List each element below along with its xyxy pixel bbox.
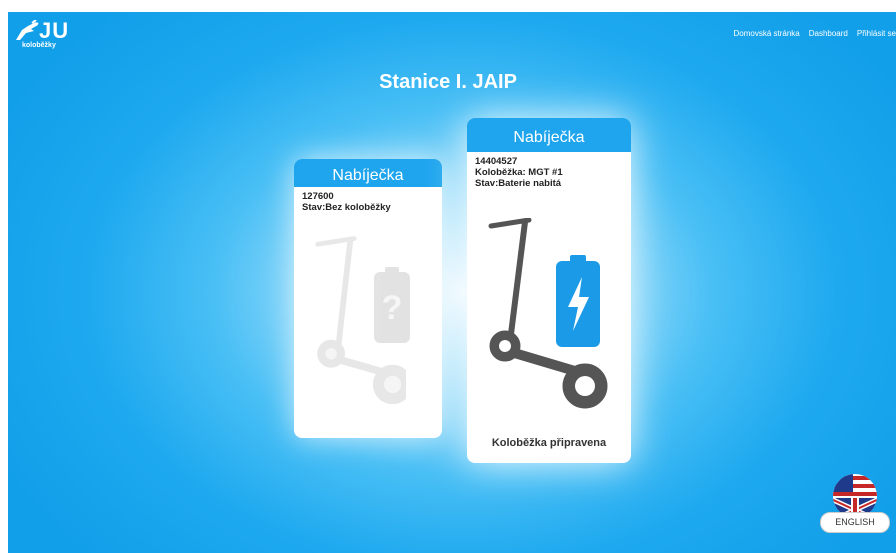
plug-scooter-icon xyxy=(16,20,39,40)
nav-login-link[interactable]: Přihlásit se xyxy=(857,29,896,38)
nav-home-link[interactable]: Domovská stránka xyxy=(733,29,799,38)
scooter-name: Koloběžka: MGT #1 xyxy=(475,167,563,178)
charger-card-header: Nabíječka xyxy=(467,118,631,152)
language-switch[interactable]: ENGLISH xyxy=(820,470,890,533)
svg-text:?: ? xyxy=(382,289,403,327)
charger-id: 14404527 xyxy=(475,156,518,167)
charger-status: Stav:Baterie nabitá xyxy=(475,178,562,189)
charger-ready-label: Koloběžka připravena xyxy=(491,437,607,449)
charger-card-charged[interactable]: Nabíječka 14404527 Koloběžka: MGT #1 Sta… xyxy=(467,118,631,463)
logo[interactable]: JU koloběžky xyxy=(14,18,84,54)
logo-brand: JU xyxy=(39,18,70,43)
charger-status: Stav:Bez koloběžky xyxy=(302,202,391,213)
charger-id: 127600 xyxy=(302,191,334,202)
language-button[interactable]: ENGLISH xyxy=(820,512,890,533)
unknown-battery-icon: ? xyxy=(374,267,410,343)
logo-subtitle: koloběžky xyxy=(22,42,56,49)
nav-dashboard-link[interactable]: Dashboard xyxy=(809,29,848,38)
page-title: Stanice I. JAIP xyxy=(379,71,517,93)
charger-card-header: Nabíječka xyxy=(294,159,442,187)
uk-us-flag-icon xyxy=(833,474,877,516)
charger-info: 127600 Stav:Bez koloběžky xyxy=(294,187,442,213)
charger-info: 14404527 Koloběžka: MGT #1 Stav:Baterie … xyxy=(467,152,631,189)
top-nav: Domovská stránka Dashboard Přihlásit se xyxy=(733,29,896,38)
charger-card-empty[interactable]: Nabíječka 127600 Stav:Bez koloběžky ? xyxy=(294,159,442,438)
charged-battery-icon xyxy=(556,255,600,347)
app-background: JU koloběžky Domovská stránka Dashboard … xyxy=(8,12,896,553)
